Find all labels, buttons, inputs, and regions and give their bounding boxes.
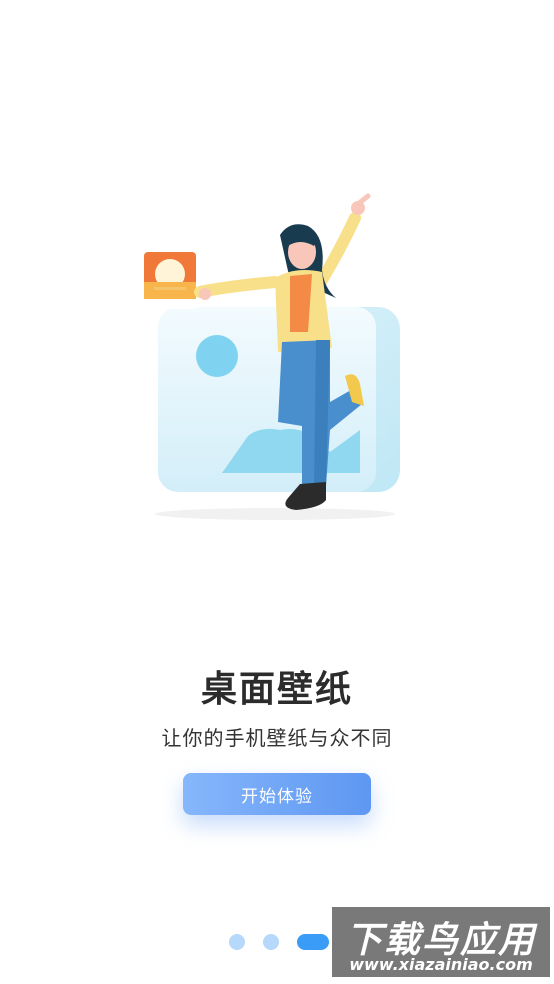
page-dot-2[interactable] — [263, 934, 279, 950]
wallpaper-illustration — [130, 190, 420, 530]
page-dot-3-active[interactable] — [297, 934, 329, 950]
watermark-logo: 下载鸟应用 www.xiazainiao.com — [332, 907, 550, 977]
sun-photo-icon — [140, 247, 200, 309]
page-indicator — [229, 934, 329, 950]
page-dot-1[interactable] — [229, 934, 245, 950]
page-title: 桌面壁纸 — [200, 669, 353, 710]
start-experience-button[interactable]: 开始体验 — [183, 773, 371, 815]
page-subtitle: 让你的手机壁纸与众不同 — [161, 726, 393, 750]
watermark-url: www.xiazainiao.com — [349, 955, 533, 974]
